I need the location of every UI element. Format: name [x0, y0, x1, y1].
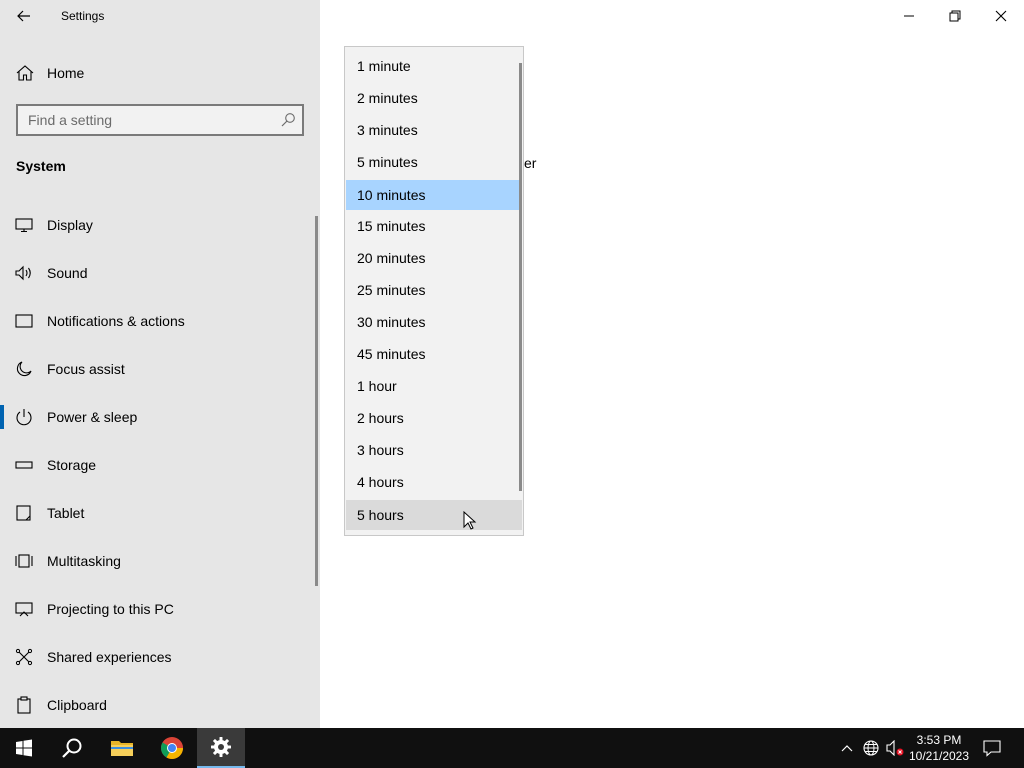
app-title: Settings	[61, 9, 105, 23]
network-tray-button[interactable]	[860, 728, 882, 768]
sidebar-item-tablet[interactable]: Tablet	[0, 489, 316, 537]
dropdown-option[interactable]: 1 minute	[346, 51, 520, 81]
dropdown-option[interactable]: 2 hours	[346, 403, 520, 433]
home-label: Home	[47, 65, 85, 81]
sidebar-item-label: Storage	[47, 457, 97, 473]
action-center-button[interactable]	[978, 728, 1006, 768]
dropdown-option[interactable]: 30 minutes	[346, 307, 520, 337]
sidebar-item-notifications[interactable]: Notifications & actions	[0, 297, 316, 345]
section-title: System	[16, 158, 66, 174]
sidebar-item-clipboard[interactable]: Clipboard	[0, 681, 316, 729]
volume-muted-icon	[886, 740, 904, 756]
home-icon	[16, 65, 34, 81]
sidebar-item-label: Display	[47, 217, 93, 233]
display-icon	[15, 216, 33, 234]
globe-icon	[863, 740, 879, 756]
search-box[interactable]	[16, 104, 304, 136]
dropdown-option[interactable]: 2 minutes	[346, 83, 520, 113]
dropdown-option[interactable]: 1 hour	[346, 371, 520, 401]
sidebar-item-projecting[interactable]: Projecting to this PC	[0, 585, 316, 633]
sidebar-item-label: Focus assist	[47, 361, 125, 377]
sidebar-item-sound[interactable]: Sound	[0, 249, 316, 297]
sidebar-item-label: Tablet	[47, 505, 85, 521]
dropdown-option[interactable]: 5 minutes	[346, 147, 520, 177]
notification-icon	[983, 740, 1001, 757]
windows-logo-icon	[16, 739, 32, 757]
search-icon[interactable]	[280, 112, 296, 128]
folder-icon	[111, 741, 133, 756]
clock-time: 3:53 PM	[916, 733, 962, 747]
tablet-icon	[15, 504, 33, 522]
volume-tray-button[interactable]	[884, 728, 906, 768]
dropdown-option[interactable]: 25 minutes	[346, 275, 520, 305]
restore-button[interactable]	[932, 0, 978, 32]
dropdown-option-selected[interactable]: 10 minutes	[346, 180, 520, 210]
dropdown-option[interactable]: 15 minutes	[346, 211, 520, 241]
gear-icon	[211, 737, 231, 757]
close-button[interactable]	[978, 0, 1024, 32]
home-nav-item[interactable]: Home	[0, 56, 320, 90]
chevron-up-icon	[841, 745, 853, 752]
dropdown-option[interactable]: 3 hours	[346, 435, 520, 465]
shared-experiences-icon	[15, 648, 33, 666]
search-input[interactable]	[18, 106, 268, 134]
sidebar-item-focus-assist[interactable]: Focus assist	[0, 345, 316, 393]
sidebar-item-label: Notifications & actions	[47, 313, 185, 329]
clock[interactable]: 3:53 PM 10/21/2023	[905, 732, 973, 764]
storage-icon	[15, 456, 33, 474]
partial-setting-text: er	[524, 155, 537, 171]
dropdown-option-hovered[interactable]: 5 hours	[346, 500, 522, 530]
settings-taskbar-button[interactable]	[197, 728, 245, 768]
focus-assist-icon	[15, 360, 33, 378]
sidebar-item-multitasking[interactable]: Multitasking	[0, 537, 316, 585]
sidebar-item-label: Shared experiences	[47, 649, 172, 665]
sidebar-item-label: Power & sleep	[47, 409, 138, 425]
back-button[interactable]	[0, 0, 48, 32]
search-taskbar-button[interactable]	[48, 728, 96, 768]
notifications-icon	[15, 312, 33, 330]
back-arrow-icon	[17, 10, 30, 22]
sidebar-item-shared-experiences[interactable]: Shared experiences	[0, 633, 316, 681]
sound-icon	[15, 264, 33, 282]
multitasking-icon	[15, 552, 33, 570]
sidebar-item-display[interactable]: Display	[0, 201, 316, 249]
restore-icon	[949, 10, 961, 22]
sidebar-item-label: Projecting to this PC	[47, 601, 174, 617]
file-explorer-button[interactable]	[98, 728, 146, 768]
dropdown-option[interactable]: 3 minutes	[346, 115, 520, 145]
search-icon	[62, 738, 82, 758]
dropdown-option[interactable]: 4 hours	[346, 467, 520, 497]
sidebar-item-label: Multitasking	[47, 553, 121, 569]
taskbar: 3:53 PM 10/21/2023	[0, 728, 1024, 768]
clipboard-icon	[15, 696, 33, 714]
sidebar-item-power-sleep[interactable]: Power & sleep	[0, 393, 316, 441]
projecting-icon	[15, 600, 33, 618]
power-icon	[15, 408, 33, 426]
sidebar-item-label: Clipboard	[47, 697, 107, 713]
minimize-button[interactable]	[886, 0, 932, 32]
sidebar-item-storage[interactable]: Storage	[0, 441, 316, 489]
start-button[interactable]	[0, 728, 48, 768]
minimize-icon	[904, 15, 914, 17]
clock-date: 10/21/2023	[908, 749, 970, 763]
chrome-button[interactable]	[148, 728, 196, 768]
mouse-pointer-icon	[463, 511, 477, 530]
show-hidden-icons-button[interactable]	[837, 728, 857, 768]
timeout-dropdown-list[interactable]: 1 minute 2 minutes 3 minutes 5 minutes 1…	[344, 46, 524, 536]
close-icon	[995, 10, 1007, 22]
dropdown-option[interactable]: 45 minutes	[346, 339, 520, 369]
dropdown-option[interactable]: 20 minutes	[346, 243, 520, 273]
sidebar-scrollbar[interactable]	[315, 216, 318, 586]
sidebar: Settings Home System Display Sound Notif…	[0, 0, 320, 728]
chrome-icon	[161, 737, 183, 759]
sidebar-item-label: Sound	[47, 265, 88, 281]
title-bar: Settings	[0, 0, 320, 32]
dropdown-scrollbar[interactable]	[519, 63, 522, 491]
